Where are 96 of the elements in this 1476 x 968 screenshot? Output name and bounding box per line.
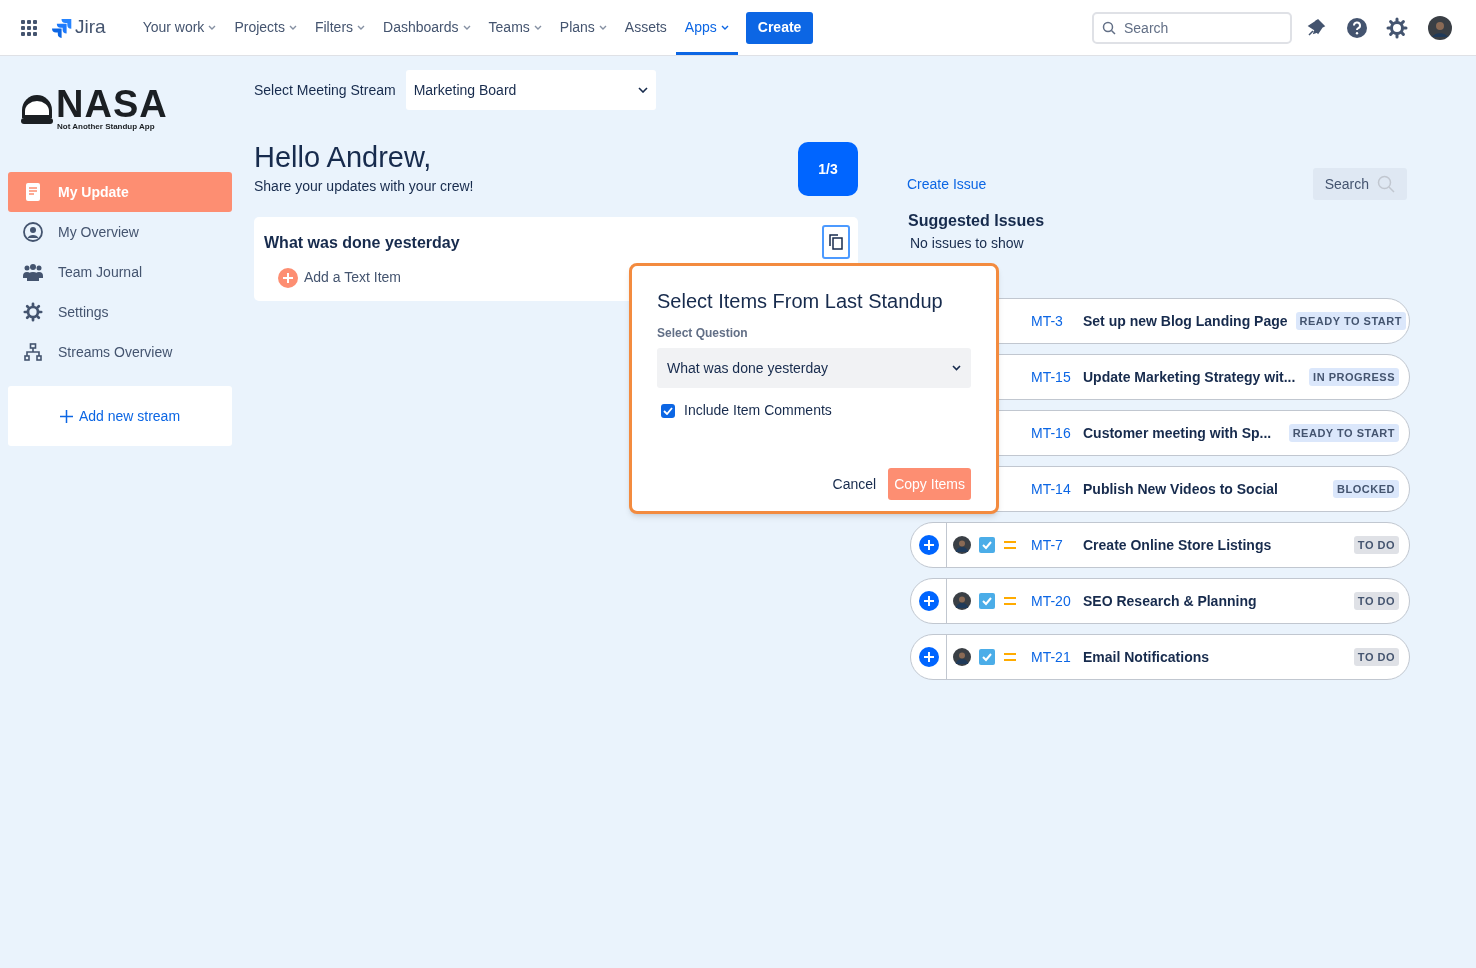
- add-text-item-button[interactable]: Add a Text Item: [278, 267, 401, 288]
- plus-circle-icon[interactable]: [918, 591, 939, 611]
- nav-tab[interactable]: Apps: [675, 0, 738, 55]
- chevron-down-icon: [598, 25, 607, 30]
- task-icon: [979, 537, 995, 553]
- issue-summary: Set up new Blog Landing Page: [1083, 311, 1288, 331]
- issue-key[interactable]: MT-15: [1031, 366, 1083, 388]
- product-name[interactable]: Jira: [75, 13, 106, 42]
- cancel-button[interactable]: Cancel: [830, 468, 879, 500]
- chevron-down-icon: [288, 25, 297, 30]
- issue-summary: Update Marketing Strategy wit...: [1083, 367, 1297, 387]
- settings-icon[interactable]: [1386, 16, 1408, 39]
- avatar-icon[interactable]: [1428, 15, 1452, 40]
- issue-summary: Create Online Store Listings: [1083, 535, 1273, 555]
- jira-logo-icon: [52, 17, 72, 38]
- plus-circle-icon: [278, 267, 298, 288]
- chevron-down-icon: [462, 25, 471, 30]
- issue-key[interactable]: MT-14: [1031, 478, 1083, 500]
- sidebar-item[interactable]: Settings: [8, 292, 232, 332]
- nav-tab[interactable]: Teams: [479, 0, 551, 55]
- greeting-title: Hello Andrew,: [254, 140, 433, 174]
- issue-summary: SEO Research & Planning: [1083, 591, 1258, 611]
- status-lozenge: READY TO START: [1288, 423, 1399, 443]
- issue-summary: Email Notifications: [1083, 647, 1211, 667]
- chevron-down-icon: [720, 25, 729, 30]
- task-icon: [979, 593, 995, 609]
- checkbox-label: Include Item Comments: [684, 401, 832, 420]
- stream-label: Select Meeting Stream: [254, 80, 396, 100]
- search-button[interactable]: Search: [1312, 168, 1407, 200]
- issue-key[interactable]: MT-7: [1031, 534, 1083, 556]
- sidebar-item[interactable]: Team Journal: [8, 252, 232, 292]
- status-lozenge: TO DO: [1353, 647, 1399, 667]
- chevron-down-icon: [952, 365, 961, 371]
- avatar-icon: [953, 592, 971, 610]
- sidebar-item[interactable]: My Overview: [8, 212, 232, 252]
- issue-key[interactable]: MT-20: [1031, 590, 1083, 612]
- user-icon: [23, 222, 43, 242]
- step-counter: 1/3: [798, 142, 858, 196]
- notification-icon[interactable]: [1306, 17, 1326, 38]
- chevron-down-icon: [637, 87, 648, 93]
- plus-icon: [59, 409, 73, 423]
- app-switcher-icon[interactable]: [20, 18, 38, 37]
- plus-circle-icon[interactable]: [918, 535, 939, 555]
- avatar-icon: [953, 648, 971, 666]
- checkbox[interactable]: [661, 403, 675, 418]
- copy-icon: [829, 234, 843, 250]
- gear-icon: [23, 302, 43, 322]
- nav-tab[interactable]: Filters: [305, 0, 375, 55]
- avatar-icon: [953, 536, 971, 554]
- status-lozenge: BLOCKED: [1333, 479, 1399, 499]
- issue-row[interactable]: MT-21 Email Notifications TO DO: [910, 634, 1410, 680]
- add-stream-button[interactable]: Add new stream: [59, 405, 181, 427]
- sidebar-item[interactable]: Streams Overview: [8, 332, 232, 372]
- issue-summary: Publish New Videos to Social: [1083, 479, 1279, 499]
- question-dropdown[interactable]: What was done yesterday: [657, 348, 971, 388]
- chevron-down-icon: [533, 25, 542, 30]
- create-button[interactable]: Create: [745, 11, 814, 44]
- suggested-title: Suggested Issues: [908, 211, 1046, 231]
- chevron-down-icon: [357, 25, 366, 30]
- stream-dropdown[interactable]: Marketing Board: [405, 70, 656, 110]
- priority-icon: [1003, 652, 1017, 662]
- document-icon: [26, 183, 40, 201]
- issue-summary: Customer meeting with Sp...: [1083, 423, 1273, 443]
- issue-row[interactable]: MT-20 SEO Research & Planning TO DO: [910, 578, 1410, 624]
- copy-button[interactable]: [822, 225, 850, 259]
- task-icon: [979, 649, 995, 665]
- status-lozenge: TO DO: [1353, 535, 1399, 555]
- group-icon: [23, 263, 43, 281]
- help-icon[interactable]: [1346, 16, 1368, 39]
- nav-tab[interactable]: Your work: [133, 0, 226, 55]
- field-label: Select Question: [657, 325, 749, 342]
- priority-icon: [1003, 596, 1017, 606]
- plus-circle-icon[interactable]: [918, 647, 939, 667]
- empty-message: No issues to show: [910, 234, 1025, 253]
- issue-key[interactable]: MT-21: [1031, 646, 1083, 668]
- greeting-subtitle: Share your updates with your crew!: [254, 177, 474, 196]
- search-icon: [1102, 20, 1116, 35]
- create-issue-link[interactable]: Create Issue: [907, 173, 987, 195]
- issue-row[interactable]: MT-7 Create Online Store Listings TO DO: [910, 522, 1410, 568]
- logo-wordmark: NASA: [56, 86, 168, 122]
- issue-key[interactable]: MT-3: [1031, 310, 1083, 332]
- search-field[interactable]: Search: [1092, 11, 1292, 44]
- issue-key[interactable]: MT-16: [1031, 422, 1083, 444]
- nav-tab[interactable]: Dashboards: [374, 0, 480, 55]
- nav-tab[interactable]: Projects: [225, 0, 306, 55]
- question-title: What was done yesterday: [264, 234, 460, 251]
- hierarchy-icon: [24, 343, 42, 361]
- status-lozenge: READY TO START: [1295, 311, 1406, 331]
- chevron-down-icon: [208, 25, 217, 30]
- nav-tab[interactable]: Plans: [550, 0, 616, 55]
- search-icon: [1377, 175, 1395, 193]
- logo-tagline: Not Another Standup App: [57, 122, 156, 132]
- priority-icon: [1003, 540, 1017, 550]
- status-lozenge: IN PROGRESS: [1309, 367, 1399, 387]
- nav-tab[interactable]: Assets: [615, 0, 676, 55]
- status-lozenge: TO DO: [1353, 591, 1399, 611]
